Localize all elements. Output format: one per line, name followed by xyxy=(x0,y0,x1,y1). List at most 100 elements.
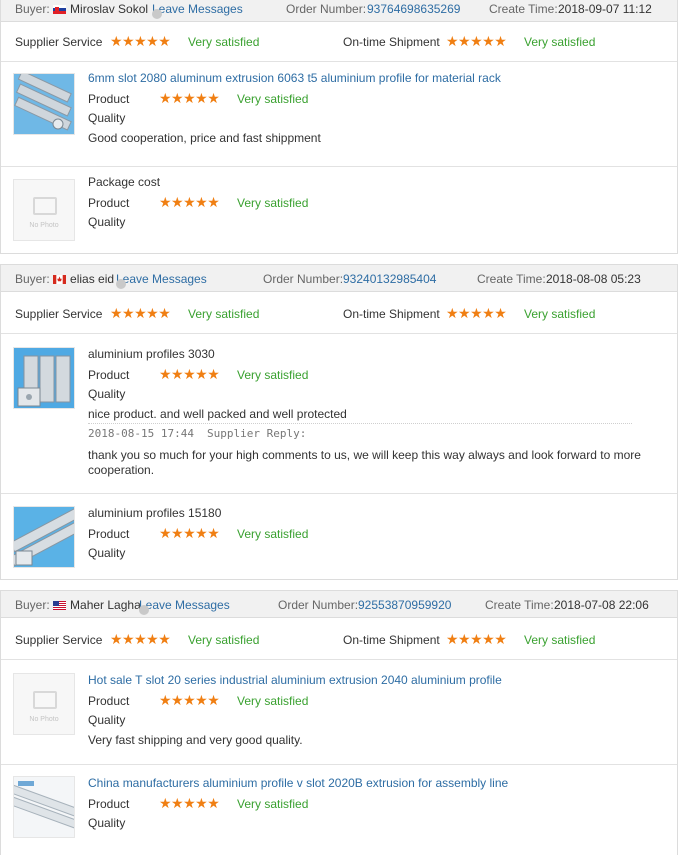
create-time-value: 2018-09-07 11:12 xyxy=(558,2,652,16)
quality-label: Quality xyxy=(88,387,126,401)
no-photo-placeholder: No Photo xyxy=(13,179,75,241)
review-item: No Photo Hot sale T slot 20 series indus… xyxy=(1,661,677,765)
product-label: Product xyxy=(88,92,130,106)
supplier-service-rating: Very satisfied xyxy=(188,307,260,321)
order-number-link[interactable]: 93240132985404 xyxy=(343,272,436,286)
product-title: aluminium profiles 3030 xyxy=(88,347,215,361)
product-title-link[interactable]: Hot sale T slot 20 series industrial alu… xyxy=(88,673,502,687)
buyer-info: Buyer: Miroslav Sokol xyxy=(15,2,148,16)
review-header: Buyer: Maher Lagha Leave Messages Order … xyxy=(1,591,677,618)
no-photo-placeholder: No Photo xyxy=(13,673,75,735)
create-time-value: 2018-07-08 22:06 xyxy=(554,598,649,612)
no-photo-text: No Photo xyxy=(29,716,59,723)
create-time-value: 2018-08-08 05:23 xyxy=(546,272,641,286)
order-number-link[interactable]: 92553870959920 xyxy=(358,598,451,612)
order-number-label: Order Number: xyxy=(278,598,359,612)
buyer-name[interactable]: Miroslav Sokol xyxy=(70,2,148,16)
review-item: aluminium profiles 3030 Product ★★★★★ Ve… xyxy=(1,335,677,494)
product-stars: ★★★★★ xyxy=(159,90,220,106)
service-ratings: Supplier Service ★★★★★ Very satisfied On… xyxy=(1,22,677,62)
ontime-shipment-stars: ★★★★★ xyxy=(446,33,507,49)
review-comment: Good cooperation, price and fast shippme… xyxy=(88,131,321,145)
product-title: aluminium profiles 15180 xyxy=(88,506,222,520)
review-item: aluminium profiles 15180 Product ★★★★★ V… xyxy=(1,494,677,580)
aluminum-profile-image[interactable] xyxy=(13,73,75,135)
reply-timestamp: 2018-08-15 17:44 xyxy=(88,427,194,440)
message-icon xyxy=(152,9,162,19)
ontime-shipment-rating: Very satisfied xyxy=(524,633,596,647)
product-rating: Very satisfied xyxy=(237,797,309,811)
review-block: Buyer: elias eid Leave Messages Order Nu… xyxy=(0,264,678,580)
product-title: Package cost xyxy=(88,175,161,189)
review-block: Buyer: Miroslav Sokol Leave Messages Ord… xyxy=(0,0,678,254)
product-label: Product xyxy=(88,368,130,382)
buyer-label: Buyer: xyxy=(15,272,50,286)
product-stars: ★★★★★ xyxy=(159,525,220,541)
product-rating: Very satisfied xyxy=(237,694,309,708)
aluminum-profile-image[interactable] xyxy=(13,347,75,409)
leave-messages-label[interactable]: Leave Messages xyxy=(139,598,230,612)
supplier-reply-text: cooperation. xyxy=(88,463,155,477)
product-label: Product xyxy=(88,527,130,541)
create-time-label: Create Time: xyxy=(477,272,546,286)
product-label: Product xyxy=(88,694,130,708)
product-stars: ★★★★★ xyxy=(159,795,220,811)
product-title-link[interactable]: China manufacturers aluminium profile v … xyxy=(88,776,508,790)
buyer-name[interactable]: elias eid xyxy=(70,272,114,286)
ontime-shipment-stars: ★★★★★ xyxy=(446,631,507,647)
canada-flag-icon xyxy=(53,275,67,284)
leave-messages-label[interactable]: Leave Messages xyxy=(116,272,207,286)
leave-messages-label[interactable]: Leave Messages xyxy=(152,2,243,16)
ontime-shipment-label: On-time Shipment xyxy=(343,633,440,647)
product-rating: Very satisfied xyxy=(237,92,309,106)
review-block: Buyer: Maher Lagha Leave Messages Order … xyxy=(0,590,678,855)
product-stars: ★★★★★ xyxy=(159,366,220,382)
review-header: Buyer: Miroslav Sokol Leave Messages Ord… xyxy=(1,0,677,22)
product-rating: Very satisfied xyxy=(237,368,309,382)
leave-messages-link[interactable]: Leave Messages xyxy=(152,2,243,19)
supplier-reply-label: Supplier Reply: xyxy=(207,427,307,440)
review-comment: nice product. and well packed and well p… xyxy=(88,407,347,421)
supplier-service-rating: Very satisfied xyxy=(188,633,260,647)
buyer-name[interactable]: Maher Lagha xyxy=(70,598,141,612)
ontime-shipment-rating: Very satisfied xyxy=(524,35,596,49)
product-stars: ★★★★★ xyxy=(159,194,220,210)
order-number-link[interactable]: 93764698635269 xyxy=(367,2,460,16)
supplier-service-stars: ★★★★★ xyxy=(110,305,171,321)
usa-flag-icon xyxy=(53,601,67,610)
aluminum-profile-image[interactable] xyxy=(13,776,75,838)
quality-label: Quality xyxy=(88,713,126,727)
create-time-label: Create Time: xyxy=(485,598,554,612)
reply-divider xyxy=(88,423,632,424)
ontime-shipment-label: On-time Shipment xyxy=(343,35,440,49)
service-ratings: Supplier Service ★★★★★ Very satisfied On… xyxy=(1,294,677,334)
no-photo-text: No Photo xyxy=(29,222,59,229)
buyer-info: Buyer: elias eid xyxy=(15,272,114,286)
buyer-info: Buyer: Maher Lagha xyxy=(15,598,141,612)
message-icon xyxy=(116,279,126,289)
supplier-reply-text: thank you so much for your high comments… xyxy=(88,448,641,462)
product-label: Product xyxy=(88,797,130,811)
supplier-service-label: Supplier Service xyxy=(15,307,103,321)
create-time-label: Create Time: xyxy=(489,2,558,16)
ontime-shipment-label: On-time Shipment xyxy=(343,307,440,321)
message-icon xyxy=(139,605,149,615)
quality-label: Quality xyxy=(88,816,126,830)
ontime-shipment-rating: Very satisfied xyxy=(524,307,596,321)
supplier-service-stars: ★★★★★ xyxy=(110,631,171,647)
quality-label: Quality xyxy=(88,111,126,125)
ontime-shipment-stars: ★★★★★ xyxy=(446,305,507,321)
supplier-service-label: Supplier Service xyxy=(15,35,103,49)
buyer-label: Buyer: xyxy=(15,2,50,16)
review-item: 6mm slot 2080 aluminum extrusion 6063 t5… xyxy=(1,63,677,167)
buyer-label: Buyer: xyxy=(15,598,50,612)
leave-messages-link[interactable]: Leave Messages xyxy=(116,272,207,289)
aluminum-profile-image[interactable] xyxy=(13,506,75,568)
product-title-link[interactable]: 6mm slot 2080 aluminum extrusion 6063 t5… xyxy=(88,71,501,85)
supplier-service-rating: Very satisfied xyxy=(188,35,260,49)
leave-messages-link[interactable]: Leave Messages xyxy=(139,598,230,615)
review-comment: Very fast shipping and very good quality… xyxy=(88,733,303,747)
product-stars: ★★★★★ xyxy=(159,692,220,708)
review-item: No Photo Package cost Product ★★★★★ Very… xyxy=(1,167,677,253)
quality-label: Quality xyxy=(88,546,126,560)
